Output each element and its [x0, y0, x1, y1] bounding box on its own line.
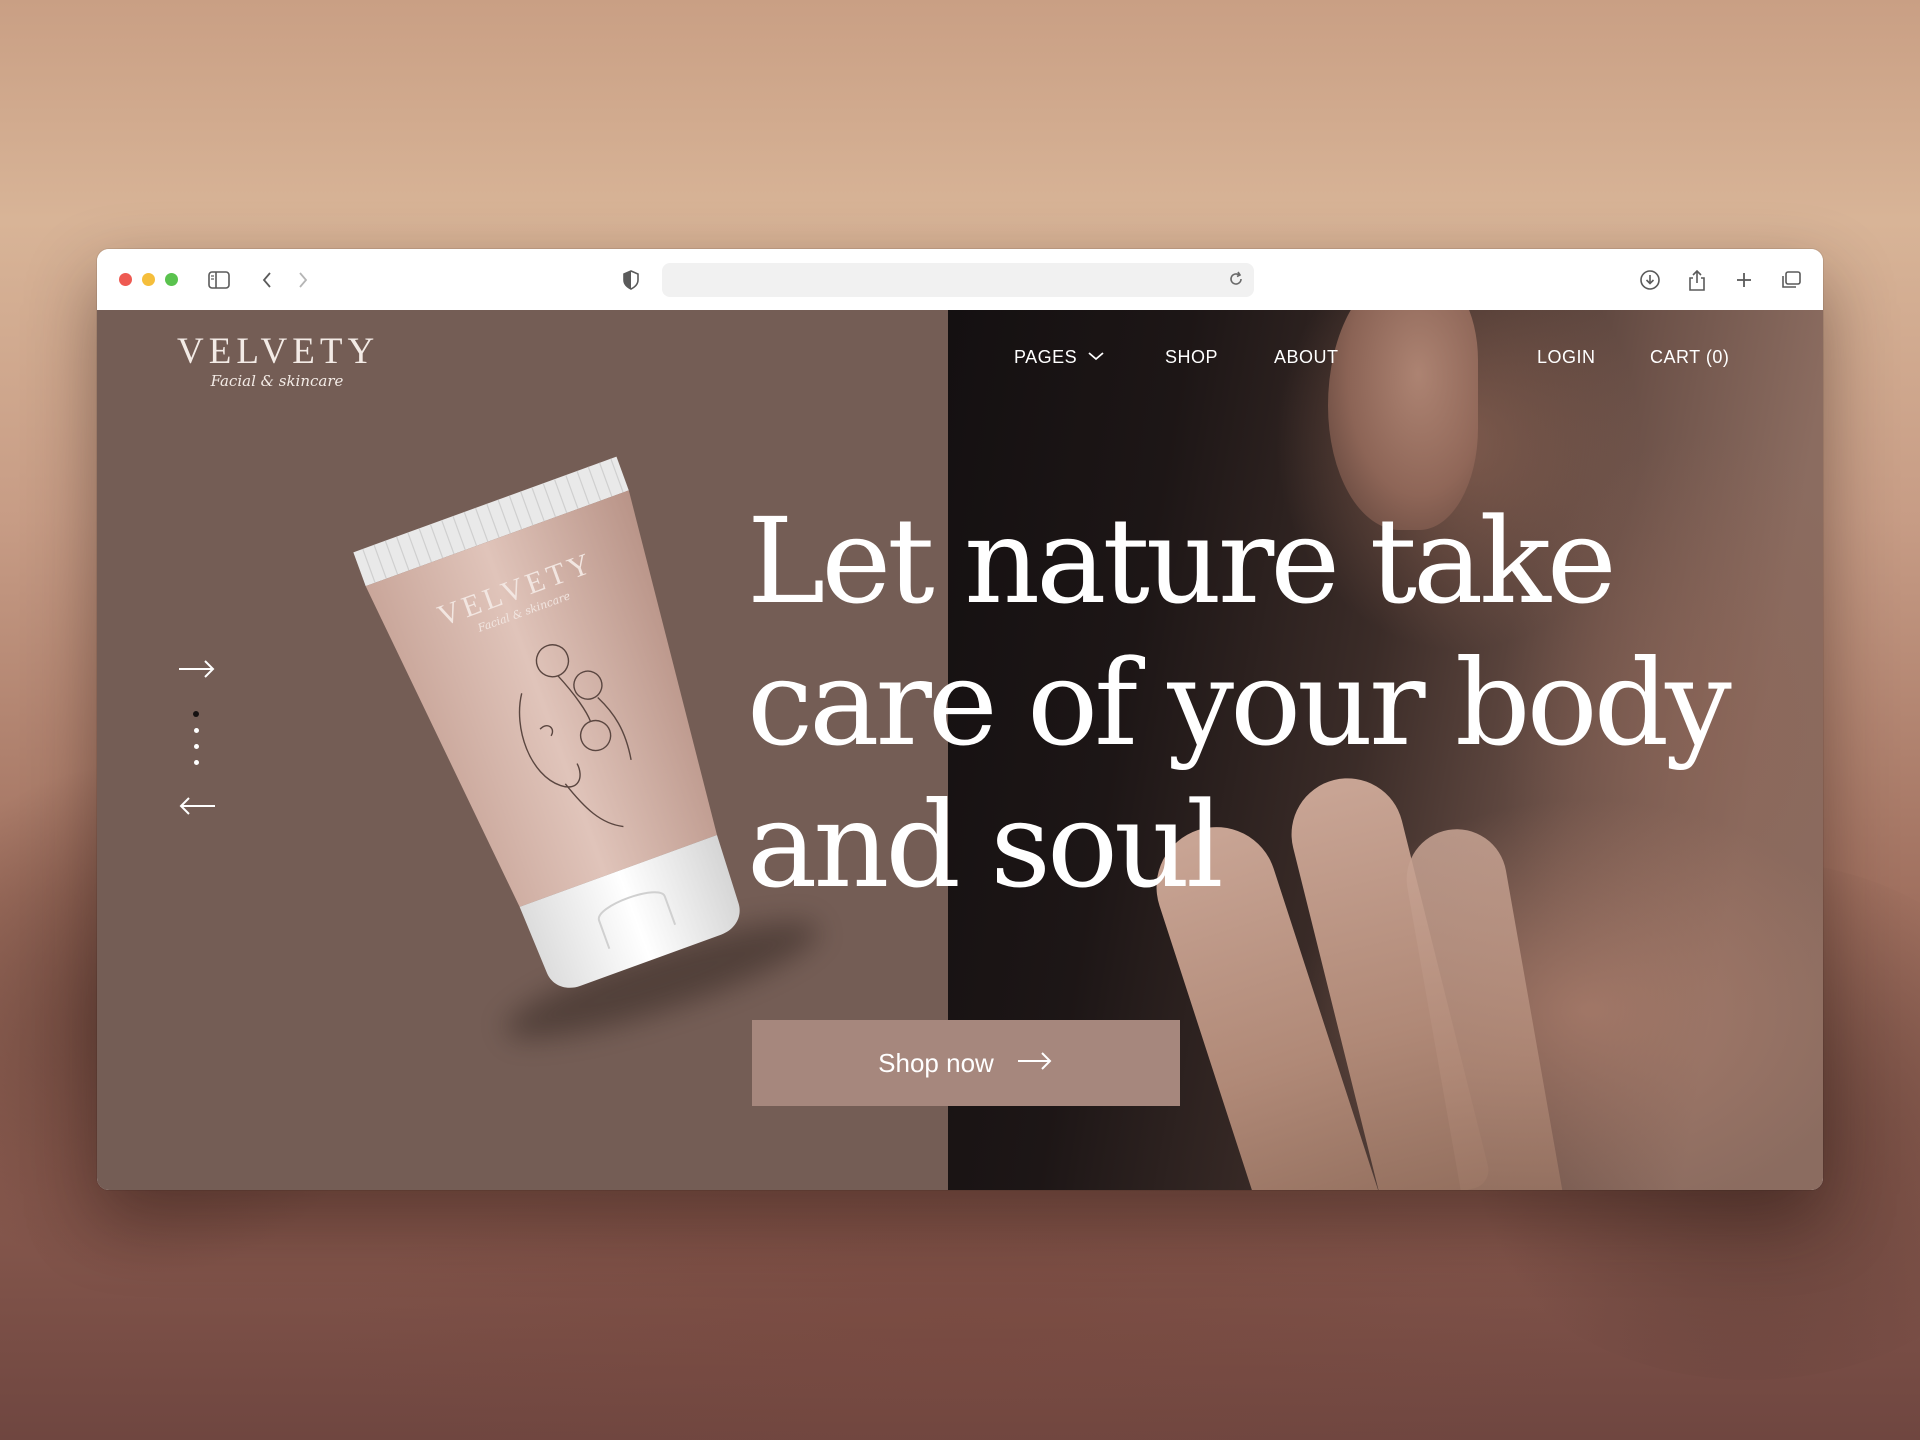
logo-brand: VELVETY — [177, 331, 380, 372]
reload-icon[interactable] — [1226, 269, 1246, 294]
previous-slide-arrow-icon[interactable] — [177, 794, 217, 818]
slider-dot-active[interactable] — [193, 711, 199, 717]
slider-dot[interactable] — [194, 744, 199, 749]
new-tab-icon[interactable] — [1730, 266, 1758, 294]
hero-headline-line-1: Let nature take — [747, 492, 1617, 630]
nav-pages[interactable]: PAGES — [1014, 347, 1105, 368]
minimize-window-button[interactable] — [142, 273, 155, 286]
nav-pages-label: PAGES — [1014, 347, 1078, 367]
share-icon[interactable] — [1683, 266, 1711, 294]
nav-about[interactable]: ABOUT — [1274, 347, 1339, 368]
download-icon[interactable] — [1636, 266, 1664, 294]
shop-now-label: Shop now — [878, 1047, 994, 1078]
site-logo[interactable]: VELVETY Facial & skincare — [177, 330, 377, 390]
arrow-right-icon — [1016, 1048, 1054, 1079]
nav-cart[interactable]: CART (0) — [1650, 347, 1729, 368]
website-page: VELVETY Facial & skincare PAGES SHOP ABO… — [97, 310, 1823, 1190]
shield-icon[interactable] — [617, 266, 645, 294]
sidebar-icon[interactable] — [205, 266, 233, 294]
address-bar[interactable] — [662, 263, 1254, 297]
hero-headline-line-2: care of your body — [747, 634, 1732, 772]
tabs-overview-icon[interactable] — [1777, 266, 1805, 294]
browser-toolbar — [97, 249, 1823, 311]
browser-window: VELVETY Facial & skincare PAGES SHOP ABO… — [97, 249, 1823, 1190]
zoom-window-button[interactable] — [165, 273, 178, 286]
nav-login[interactable]: LOGIN — [1537, 347, 1596, 368]
forward-icon[interactable] — [289, 266, 317, 294]
slider-dot[interactable] — [194, 728, 199, 733]
slider-dot[interactable] — [194, 760, 199, 765]
logo-tagline: Facial & skincare — [210, 372, 344, 390]
nav-shop[interactable]: SHOP — [1165, 347, 1218, 368]
shop-now-button[interactable]: Shop now — [752, 1020, 1180, 1106]
hero-headline-line-3: and soul — [747, 776, 1224, 914]
chevron-down-icon — [1087, 346, 1105, 367]
next-slide-arrow-icon[interactable] — [177, 657, 217, 681]
back-icon[interactable] — [253, 266, 281, 294]
close-window-button[interactable] — [119, 273, 132, 286]
hero-headline: Let nature take care of your body and so… — [747, 490, 1787, 916]
